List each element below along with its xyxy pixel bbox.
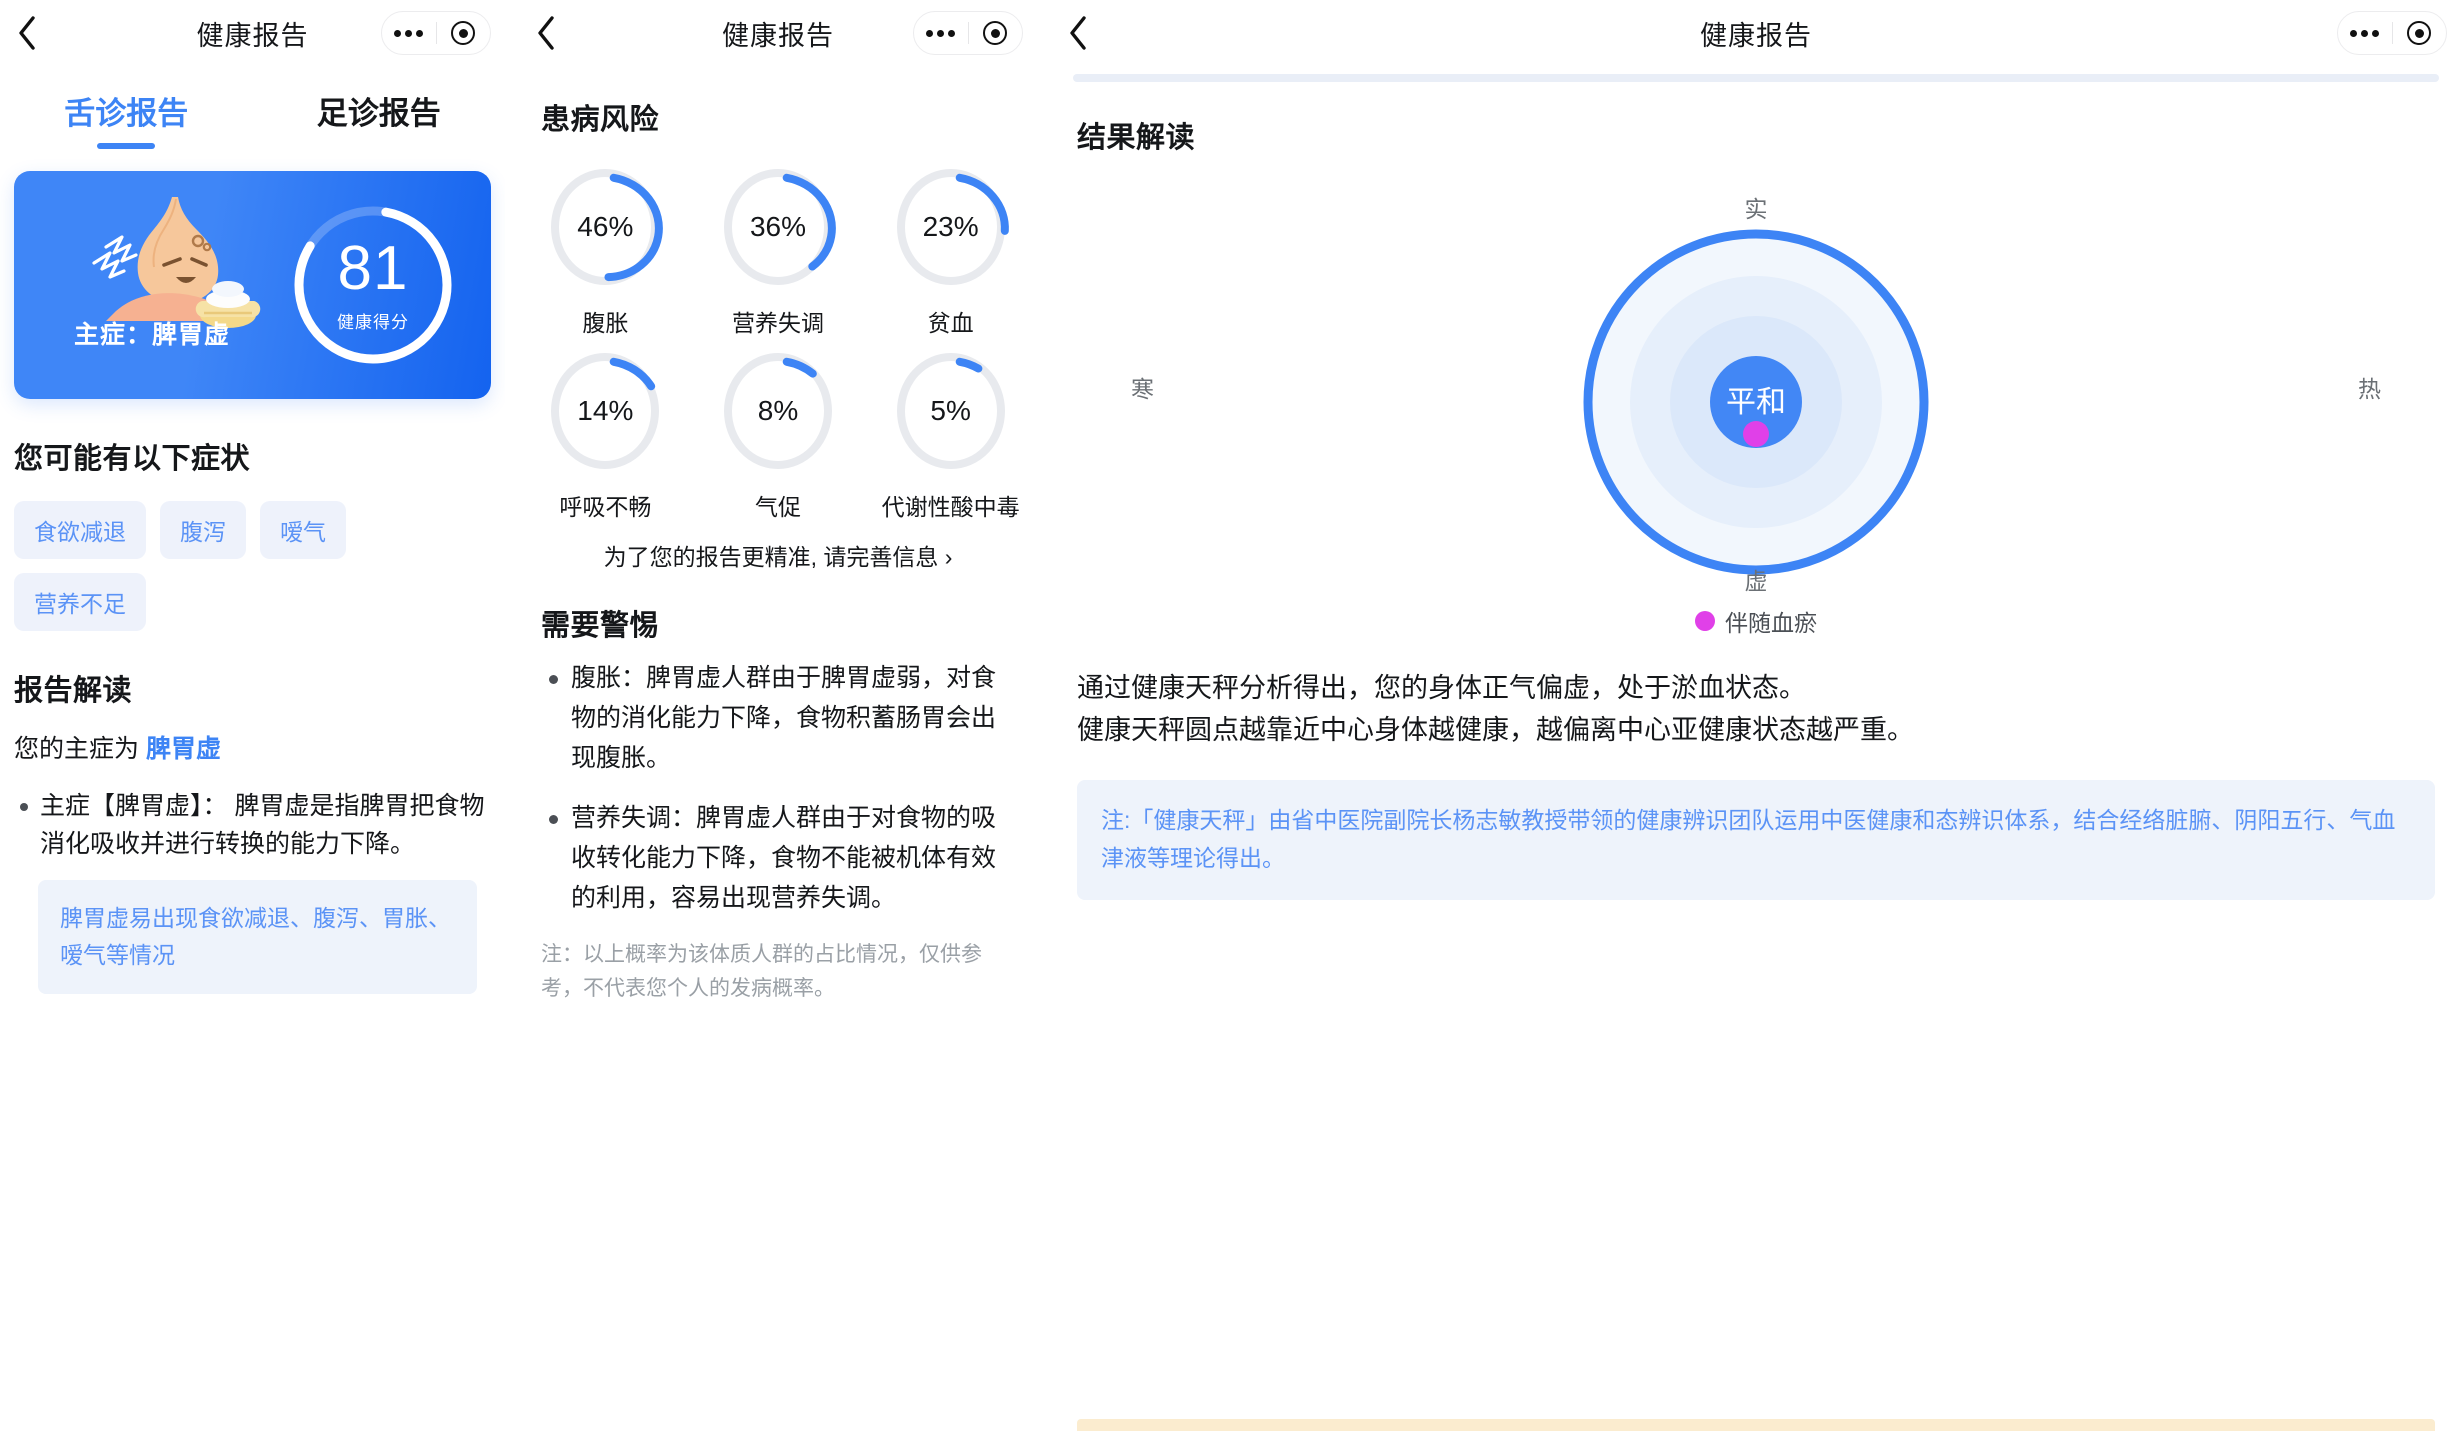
risk-value: 36% — [749, 211, 806, 242]
health-score-card: 主症：脾胃虚 81 健康得分 — [14, 171, 491, 399]
axis-label-top: 实 — [1744, 196, 1768, 222]
report-bullets: 主症【脾胃虚】： 脾胃虚是指脾胃把食物消化吸收并进行转换的能力下降。 — [14, 787, 491, 865]
risk-gauge-grid: 46% 腹胀 36% 营养失调 23% 贫血 14% 呼吸不畅 8% 气促 5%… — [519, 164, 1037, 532]
report-bullet: 主症【脾胃虚】： 脾胃虚是指脾胃把食物消化吸收并进行转换的能力下降。 — [14, 787, 491, 865]
symptoms-heading: 您可能有以下症状 — [14, 443, 251, 475]
risk-gauge-item: 14% 呼吸不畅 — [519, 348, 692, 522]
more-dots-icon[interactable] — [2338, 29, 2392, 37]
chevron-left-icon[interactable] — [1065, 15, 1091, 51]
health-score-value: 81 — [337, 233, 409, 303]
risk-label: 代谢性酸中毒 — [881, 494, 1020, 520]
more-dots-icon[interactable] — [914, 29, 968, 37]
balance-rings-svg: 平和 — [1583, 229, 1929, 575]
risk-value: 8% — [757, 395, 799, 426]
risk-value: 46% — [577, 211, 634, 242]
navbar: 健康报告 — [0, 0, 505, 66]
tab-label: 足诊报告 — [316, 96, 441, 131]
warning-item: 营养失调：脾胃虚人群由于对食物的吸收转化能力下降，食物不能被机体有效的利用，容易… — [541, 798, 1015, 918]
symptom-tag[interactable]: 嗳气 — [260, 501, 346, 559]
health-score-caption: 健康得分 — [337, 312, 409, 332]
result-note: 注:「健康天秤」由省中医院副院长杨志敏教授带领的健康辨识团队运用中医健康和态辨识… — [1077, 779, 2435, 900]
report-lead-prefix: 您的主症为 — [14, 735, 146, 763]
target-circle-icon[interactable] — [969, 21, 1023, 45]
risk-gauge-item: 8% 气促 — [692, 348, 865, 522]
navbar: 健康报告 — [1051, 0, 2461, 66]
risk-gauge-item: 23% 贫血 — [864, 164, 1037, 338]
symptom-tag[interactable]: 食欲减退 — [14, 501, 146, 559]
axis-label-left: 寒 — [1131, 376, 1154, 402]
legend-label: 伴随血瘀 — [1725, 610, 1817, 636]
panel-tongue-report: 健康报告 舌诊报告 足诊报告 主症：脾胃虚 81 健康得分 您可能有以下症状 食… — [0, 0, 505, 1431]
wechat-capsule[interactable] — [381, 11, 491, 55]
risk-value: 14% — [577, 395, 634, 426]
section-divider — [1073, 74, 2439, 82]
health-balance-chart: 实 虚 寒 热 平和 — [1051, 172, 2461, 602]
wechat-capsule[interactable] — [913, 11, 1023, 55]
risk-gauge: 36% — [719, 164, 837, 290]
three-panel-screenshot: 健康报告 舌诊报告 足诊报告 主症：脾胃虚 81 健康得分 您可能有以下症状 食… — [0, 0, 2461, 1431]
warning-list: 腹胀：脾胃虚人群由于脾胃虚弱，对食物的消化能力下降，食物积蓄肠胃会出现腹胀。 营… — [541, 658, 1015, 918]
result-paragraph: 通过健康天秤分析得出，您的身体正气偏虚，处于淤血状态。 健康天秤圆点越靠近中心身… — [1077, 673, 1914, 745]
chart-legend: 伴随血瘀 — [1051, 604, 2461, 638]
chevron-left-icon[interactable] — [14, 15, 40, 51]
legend-dot-icon — [1695, 611, 1715, 631]
tab-foot-report[interactable]: 足诊报告 — [253, 88, 506, 149]
wechat-capsule[interactable] — [2337, 11, 2447, 55]
warning-item: 腹胀：脾胃虚人群由于脾胃虚弱，对食物的消化能力下降，食物积蓄肠胃会出现腹胀。 — [541, 658, 1015, 778]
main-symptom-label: 主症：脾胃虚 — [74, 321, 231, 349]
risk-gauge: 5% — [892, 348, 1010, 474]
risk-label: 气促 — [754, 494, 801, 520]
target-circle-icon[interactable] — [2393, 21, 2447, 45]
risk-label: 贫血 — [927, 310, 974, 336]
result-heading: 结果解读 — [1077, 122, 1196, 154]
risk-footnote: 注：以上概率为该体质人群的占比情况，仅供参考，不代表您个人的发病概率。 — [541, 943, 982, 1000]
tab-tongue-report[interactable]: 舌诊报告 — [0, 88, 253, 149]
risk-gauge: 14% — [546, 348, 664, 474]
panel-result-interpretation: 健康报告 结果解读 实 虚 寒 热 平和 伴随血瘀 通过健康天秤分析得出，您的身… — [1051, 0, 2461, 1431]
axis-label-bottom: 虚 — [1744, 568, 1768, 594]
page-title: 健康报告 — [1700, 20, 1812, 51]
risk-heading: 患病风险 — [541, 104, 660, 136]
risk-gauge-item: 5% 代谢性酸中毒 — [864, 348, 1037, 522]
risk-value: 5% — [930, 395, 971, 426]
warning-heading: 需要警惕 — [541, 610, 660, 642]
risk-gauge-item: 46% 腹胀 — [519, 164, 692, 338]
risk-gauge: 46% — [546, 164, 664, 290]
risk-gauge-item: 36% 营养失调 — [692, 164, 865, 338]
risk-label: 呼吸不畅 — [559, 494, 652, 520]
report-heading: 报告解读 — [14, 675, 133, 707]
risk-label: 营养失调 — [731, 310, 824, 336]
symptom-tag[interactable]: 腹泻 — [160, 501, 246, 559]
tab-label: 舌诊报告 — [64, 96, 189, 131]
more-dots-icon[interactable] — [382, 29, 436, 37]
stomach-mascot-icon — [92, 197, 261, 328]
navbar: 健康报告 — [519, 0, 1037, 66]
symptom-tag-list: 食欲减退 腹泻 嗳气 营养不足 — [14, 501, 491, 631]
axis-label-right: 热 — [2358, 376, 2381, 402]
report-tabs: 舌诊报告 足诊报告 — [0, 88, 505, 149]
svg-text:平和: 平和 — [1726, 386, 1786, 419]
chevron-left-icon[interactable] — [533, 15, 559, 51]
risk-gauge: 23% — [892, 164, 1010, 290]
report-lead-highlight: 脾胃虚 — [145, 735, 221, 763]
health-score-gauge: 81 健康得分 — [283, 195, 463, 375]
risk-value: 23% — [922, 211, 979, 242]
improve-info-link[interactable]: 为了您的报告更精准, 请完善信息 › — [519, 538, 1037, 572]
panel-disease-risk: 健康报告 患病风险 46% 腹胀 36% 营养失调 23% 贫血 14% 呼吸不… — [519, 0, 1037, 1431]
bottom-accent-bar — [1077, 1419, 2435, 1431]
target-circle-icon[interactable] — [437, 21, 491, 45]
symptom-tag[interactable]: 营养不足 — [14, 573, 146, 631]
risk-label: 腹胀 — [582, 310, 629, 336]
report-lead: 您的主症为 脾胃虚 — [14, 731, 491, 769]
report-note: 脾胃虚易出现食欲减退、腹泻、胃胀、嗳气等情况 — [38, 880, 477, 994]
risk-gauge: 8% — [719, 348, 837, 474]
